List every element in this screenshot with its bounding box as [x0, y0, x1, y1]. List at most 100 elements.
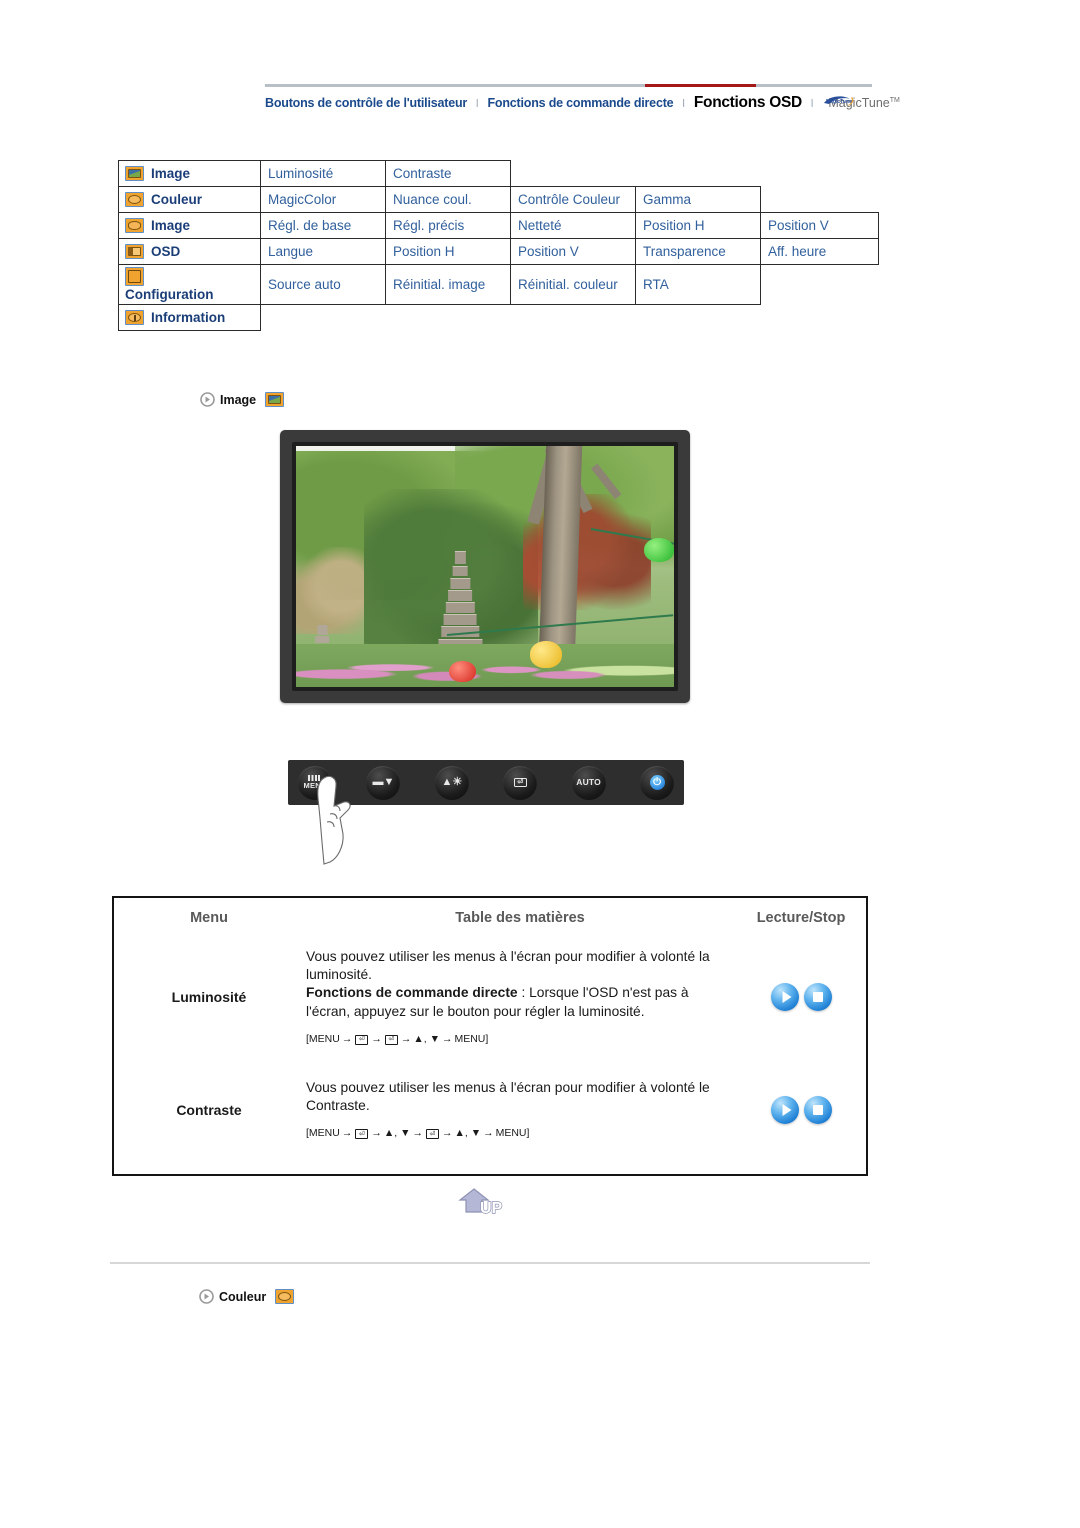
- active-tab-indicator: [645, 84, 756, 87]
- table-row: Couleur MagicColor Nuance coul. Contrôle…: [118, 186, 879, 213]
- monitor-preview: [280, 430, 690, 703]
- matrix-item[interactable]: Source auto: [260, 263, 386, 306]
- table-row: OSD Langue Position H Position V Transpa…: [118, 238, 879, 265]
- auto-button[interactable]: AUTO: [571, 765, 606, 800]
- matrix-empty: [386, 305, 511, 331]
- up-brightness-icon: ▲☀: [441, 776, 463, 788]
- enter-icon: ⏎: [355, 1034, 369, 1045]
- matrix-item[interactable]: RTA: [635, 263, 761, 306]
- table-row: Image Régl. de base Régl. précis Netteté…: [118, 212, 879, 239]
- nav-rule: [265, 84, 872, 87]
- seq-arrow: →: [441, 1032, 453, 1045]
- section-heading-couleur: Couleur: [199, 1289, 295, 1304]
- nav-separator: l: [682, 98, 685, 110]
- table-row: Luminosité Vous pouvez utiliser les menu…: [114, 942, 866, 1053]
- row-contents: Vous pouvez utiliser les menus à l'écran…: [304, 942, 736, 1053]
- nav-link-user-control-buttons[interactable]: Boutons de contrôle de l'utilisateur: [265, 96, 467, 110]
- matrix-item[interactable]: Contraste: [385, 160, 511, 187]
- nav-separator: l: [476, 98, 479, 110]
- auto-button-label: AUTO: [576, 777, 601, 788]
- matrix-category-configuration[interactable]: Configuration: [118, 263, 261, 306]
- nav-separator: l: [810, 98, 814, 110]
- enter-icon: ⏎: [355, 1129, 369, 1139]
- bullet-arrow-icon: [199, 1289, 214, 1304]
- matrix-item[interactable]: Transparence: [635, 238, 761, 265]
- row-contents: Vous pouvez utiliser les menus à l'écran…: [304, 1073, 736, 1147]
- matrix-empty: [761, 161, 879, 187]
- matrix-empty: [511, 161, 636, 187]
- matrix-empty: [761, 305, 879, 331]
- monitor-screen: [296, 446, 674, 687]
- section-divider: [110, 1262, 870, 1264]
- osd-menu-matrix: Image Luminosité Contraste Couleur Magic…: [118, 160, 879, 332]
- up-brightness-button[interactable]: ▲☀: [434, 765, 469, 800]
- power-button[interactable]: ⏻: [640, 765, 675, 800]
- nav-link-direct-control-functions[interactable]: Fonctions de commande directe: [488, 96, 674, 110]
- seq-arrow: →: [341, 1032, 353, 1045]
- osd-icon: [125, 243, 144, 259]
- row-text-line2: Fonctions de commande directe : Lorsque …: [306, 984, 732, 1020]
- matrix-category-image-1[interactable]: Image: [118, 160, 261, 187]
- matrix-item[interactable]: Aff. heure: [760, 238, 879, 265]
- matrix-empty: [761, 187, 879, 213]
- row-key-sequence: [MENU → ⏎ → ▲, ▼ → ⏎ → ▲, ▼ → MENU]: [306, 1127, 732, 1141]
- matrix-item[interactable]: Position H: [635, 212, 761, 239]
- svg-text:UP: UP: [480, 1200, 503, 1217]
- enter-icon: ⏎: [513, 778, 527, 787]
- menu-button[interactable]: MENU: [298, 765, 332, 800]
- row-playstop-icons: [736, 942, 866, 1053]
- category-label: Image: [151, 165, 191, 181]
- matrix-item[interactable]: Réinitial. image: [385, 263, 511, 306]
- enter-icon: ⏎: [425, 1129, 439, 1139]
- monitor-bezel: [292, 442, 678, 691]
- section-heading-image: Image: [200, 392, 285, 407]
- matrix-item[interactable]: MagicColor: [260, 186, 386, 213]
- sliders-icon: [125, 267, 144, 286]
- matrix-item[interactable]: Position H: [385, 238, 511, 265]
- power-icon: ⏻: [649, 775, 665, 790]
- seq-arrow: →: [371, 1032, 382, 1045]
- matrix-category-osd[interactable]: OSD: [118, 238, 261, 265]
- image-icon: [125, 165, 144, 181]
- scene-lantern-green: [643, 537, 674, 562]
- brand-tm: TM: [889, 96, 900, 104]
- matrix-item[interactable]: Langue: [260, 238, 386, 265]
- matrix-item[interactable]: Nuance coul.: [385, 186, 511, 213]
- matrix-item[interactable]: Netteté: [510, 212, 636, 239]
- table-row: Information: [118, 304, 879, 332]
- matrix-item[interactable]: Régl. de base: [260, 212, 386, 239]
- matrix-item[interactable]: Contrôle Couleur: [510, 186, 636, 213]
- matrix-item[interactable]: Luminosité: [260, 160, 386, 187]
- scene-flower-bed: [296, 643, 674, 687]
- matrix-category-couleur[interactable]: Couleur: [118, 186, 261, 213]
- play-icon[interactable]: [770, 1095, 799, 1124]
- matrix-item[interactable]: Réinitial. couleur: [510, 263, 636, 306]
- color-palette-icon: [125, 191, 144, 207]
- seq-token: [MENU: [306, 1127, 340, 1140]
- category-label: Configuration: [125, 287, 214, 302]
- stop-icon[interactable]: [803, 1095, 832, 1124]
- row-key-sequence: [MENU → ⏎ → ⏎ → ▲, ▼ → MENU]: [306, 1033, 732, 1047]
- row-menu-name: Luminosité: [171, 989, 247, 1006]
- bullet-arrow-icon: [200, 392, 215, 407]
- table-header-row: Menu Table des matières Lecture/Stop: [114, 898, 866, 926]
- matrix-item[interactable]: Gamma: [635, 186, 761, 213]
- row-playstop-icons: [736, 1073, 866, 1147]
- matrix-item[interactable]: Position V: [510, 238, 636, 265]
- matrix-category-image-2[interactable]: Image: [118, 212, 261, 239]
- up-button[interactable]: UP: [458, 1186, 516, 1220]
- down-button[interactable]: ▬▼: [366, 765, 401, 800]
- menu-description-table: Menu Table des matières Lecture/Stop Lum…: [112, 896, 868, 1176]
- matrix-category-information[interactable]: Information: [118, 304, 261, 332]
- column-header-playstop: Lecture/Stop: [756, 910, 846, 926]
- geometry-icon: [125, 217, 144, 233]
- matrix-empty: [511, 305, 636, 331]
- play-icon[interactable]: [770, 983, 799, 1012]
- stop-icon[interactable]: [803, 983, 832, 1012]
- matrix-item[interactable]: Position V: [760, 212, 879, 239]
- monitor-control-button-bar: MENU ▬▼ ▲☀ ⏎ AUTO ⏻: [288, 760, 684, 805]
- matrix-item[interactable]: Régl. précis: [385, 212, 511, 239]
- nav-link-osd-functions[interactable]: Fonctions OSD: [694, 94, 802, 112]
- enter-button[interactable]: ⏎: [503, 765, 538, 800]
- seq-arrow: →: [341, 1127, 353, 1140]
